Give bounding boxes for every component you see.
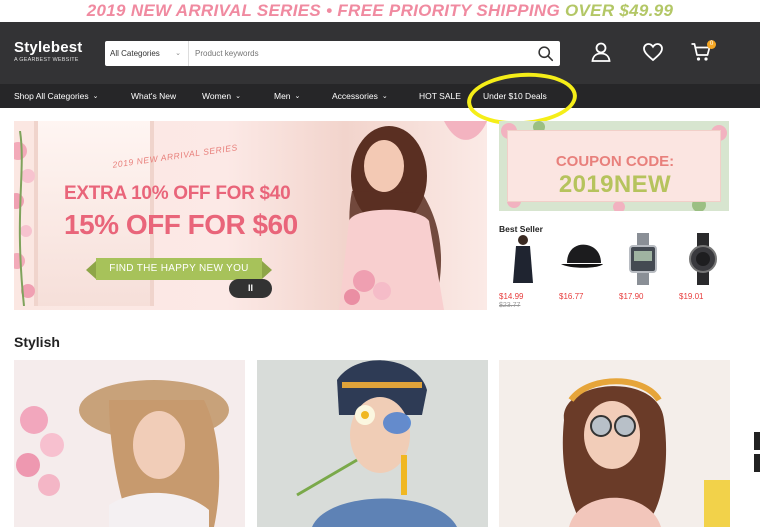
stylish-card[interactable] [257,360,488,527]
product-image-watch [629,233,657,285]
cart-count-badge: 0 [707,40,716,49]
coupon-banner[interactable]: COUPON CODE: 2019NEW [499,121,729,211]
hero-banner[interactable]: 2019 NEW ARRIVAL SERIES EXTRA 10% OFF FO… [14,121,487,310]
nav-item-label: What's New [131,91,177,101]
nav-item-label: Men [274,91,291,101]
product-image-watch [689,233,717,285]
promo-text-shipping: FREE PRIORITY SHIPPING [337,1,560,20]
chevron-down-icon: ⌄ [235,93,242,100]
nav-item-women[interactable]: Women ⌄ [202,84,241,108]
stylish-card[interactable] [499,360,730,527]
carousel-pause-button[interactable]: II [229,279,272,298]
coupon-label: COUPON CODE: [555,153,675,170]
best-seller-item[interactable]: $16.77 [559,233,607,308]
promo-banner[interactable]: 2019 NEW ARRIVAL SERIES • FREE PRIORITY … [0,0,760,22]
product-price: $19.01 [679,292,704,301]
product-price: $17.90 [619,292,644,301]
nav-item-label: Shop All Categories [14,91,89,101]
product-image-cap [561,244,603,268]
site-header: Stylebest A GEARBEST WEBSITE All Categor… [0,22,760,84]
nav-item-men[interactable]: Men ⌄ [274,84,300,108]
wishlist-heart-icon[interactable] [642,41,664,63]
search-icon[interactable] [537,45,554,62]
promo-text-arrival: 2019 NEW ARRIVAL SERIES [86,1,322,20]
chevron-down-icon: ⌄ [294,93,301,100]
account-icon[interactable] [590,41,612,63]
main-nav: Shop All Categories ⌄ What's New Women ⌄ M… [0,84,760,108]
site-logo[interactable]: Stylebest A GEARBEST WEBSITE [14,40,83,64]
best-seller-item[interactable]: $14.99 $23.77 [499,233,547,309]
chevron-down-icon: ⌄ [92,93,99,100]
product-price: $14.99 [499,292,524,301]
search-bar: All Categories ⌄ [105,41,560,66]
product-price: $16.77 [559,292,584,301]
coupon-panel: COUPON CODE: 2019NEW [507,130,721,202]
stylish-card[interactable] [14,360,245,527]
promo-text-threshold: OVER $49.99 [565,1,674,20]
best-seller-item[interactable]: $19.01 [679,233,727,308]
product-image-model-sunglasses [499,360,730,527]
scroll-tab[interactable] [754,454,760,472]
nav-item-label: Women [202,91,232,101]
chevron-down-icon: ⌄ [381,93,388,100]
logo-tagline: A GEARBEST WEBSITE [14,57,79,63]
chevron-down-icon: ⌄ [175,50,181,57]
category-select[interactable]: All Categories ⌄ [105,41,189,66]
nav-item-hot-sale[interactable]: HOT SALE [419,84,461,108]
search-input[interactable] [191,41,521,66]
nav-item-label: HOT SALE [419,91,461,101]
category-select-label: All Categories [110,49,160,58]
section-title-stylish: Stylish [14,334,60,350]
nav-item-label: Accessories [332,91,378,101]
best-seller-item[interactable]: $17.90 [619,233,667,308]
hero-model-image [339,121,487,310]
hero-offer-line-2: 15% OFF FOR $60 [64,209,298,240]
product-image-model-headscarf [257,360,488,527]
nav-item-shop-all-categories[interactable]: Shop All Categories ⌄ [14,84,99,108]
product-old-price: $23.77 [499,302,521,309]
hero-offer-line-1: EXTRA 10% OFF FOR $40 [64,183,291,204]
flower-decoration [14,131,35,306]
nav-item-accessories[interactable]: Accessories ⌄ [332,84,388,108]
product-image-model-hat [14,360,245,527]
logo-name: Stylebest [14,39,83,56]
promo-separator: • [326,1,333,20]
hero-cta-ribbon[interactable]: FIND THE HAPPY NEW YOU [86,258,272,280]
coupon-code: 2019NEW [558,171,672,198]
product-image-dress [513,235,533,283]
nav-item-whats-new[interactable]: What's New [131,84,176,108]
scroll-tab[interactable] [754,432,760,450]
